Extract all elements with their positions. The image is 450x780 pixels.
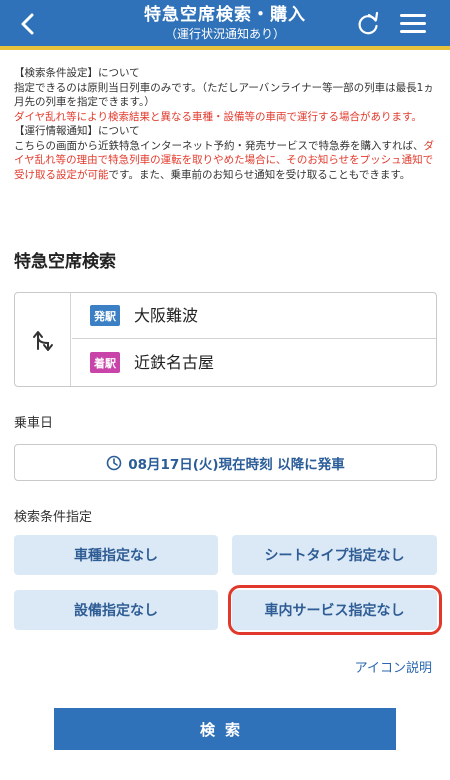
app-header: 特急空席検索・購入 （運行状況通知あり） (0, 0, 450, 46)
info-notice: 【検索条件設定】について 指定できるのは原則当日列車のみです。（ただしアーバンラ… (14, 66, 440, 182)
date-label: 乗車日 (14, 416, 54, 431)
info-line: 【運行情報通知】について (14, 125, 140, 137)
reload-button[interactable] (352, 8, 384, 40)
menu-icon (400, 14, 426, 17)
date-value: 08月17日(火)現在時刻 以降に発車 (128, 456, 345, 473)
arrival-station: 近鉄名古屋 (134, 353, 215, 372)
chevron-left-icon (21, 13, 34, 35)
clock-icon (106, 455, 122, 471)
swap-icon (32, 330, 53, 351)
menu-icon-bar (400, 30, 426, 33)
equipment-button[interactable]: 設備指定なし (14, 590, 218, 630)
info-line: 指定できるのは原則当日列車のみです。（ただしアーバンライナー等一部の列車は最長1… (14, 81, 434, 109)
page-title: 特急空席検索・購入 (144, 5, 306, 25)
departure-badge: 発駅 (90, 305, 120, 326)
info-warning: ダイヤ乱れ等により検索結果と異なる車種・設備等の車両で運行する場合があります。 (14, 110, 422, 123)
menu-button[interactable] (398, 12, 430, 36)
header-accent-stripe (0, 46, 450, 50)
search-button[interactable]: 検索 (54, 708, 396, 750)
info-paragraph: こちらの画面から近鉄特急インターネット予約・発売サービスで特急券を購入すれば、ダ… (14, 139, 440, 183)
section-title: 特急空席検索 (14, 252, 116, 272)
station-selector: 発駅 大阪難波 着駅 近鉄名古屋 (14, 292, 437, 387)
info-line: 【検索条件設定】について (14, 67, 140, 79)
info-text: こちらの画面から近鉄特急インターネット予約・発売サービスで特急券を購入すれば、 (14, 139, 424, 152)
arrival-badge: 着駅 (90, 352, 120, 373)
reload-icon (358, 11, 379, 35)
onboard-service-button[interactable]: 車内サービス指定なし (232, 590, 437, 630)
seat-type-button[interactable]: シートタイプ指定なし (232, 535, 437, 575)
car-type-button[interactable]: 車種指定なし (14, 535, 218, 575)
back-button[interactable] (10, 7, 44, 41)
icon-help-link[interactable]: アイコン説明 (355, 657, 432, 676)
date-selector-button[interactable]: 08月17日(火)現在時刻 以降に発車 (14, 444, 437, 481)
arrival-station-row[interactable]: 着駅 近鉄名古屋 (72, 340, 436, 386)
page-title-block: 特急空席検索・購入 （運行状況通知あり） (90, 4, 360, 42)
page-subtitle: （運行状況通知あり） (164, 27, 285, 41)
swap-stations-button[interactable] (15, 293, 71, 386)
departure-station-row[interactable]: 発駅 大阪難波 (72, 293, 436, 339)
departure-station: 大阪難波 (134, 306, 199, 325)
conditions-label: 検索条件指定 (14, 510, 93, 525)
menu-icon-bar (400, 22, 426, 25)
info-text: です。また、乗車前のお知らせ通知を受け取ることもできます。 (108, 168, 411, 181)
